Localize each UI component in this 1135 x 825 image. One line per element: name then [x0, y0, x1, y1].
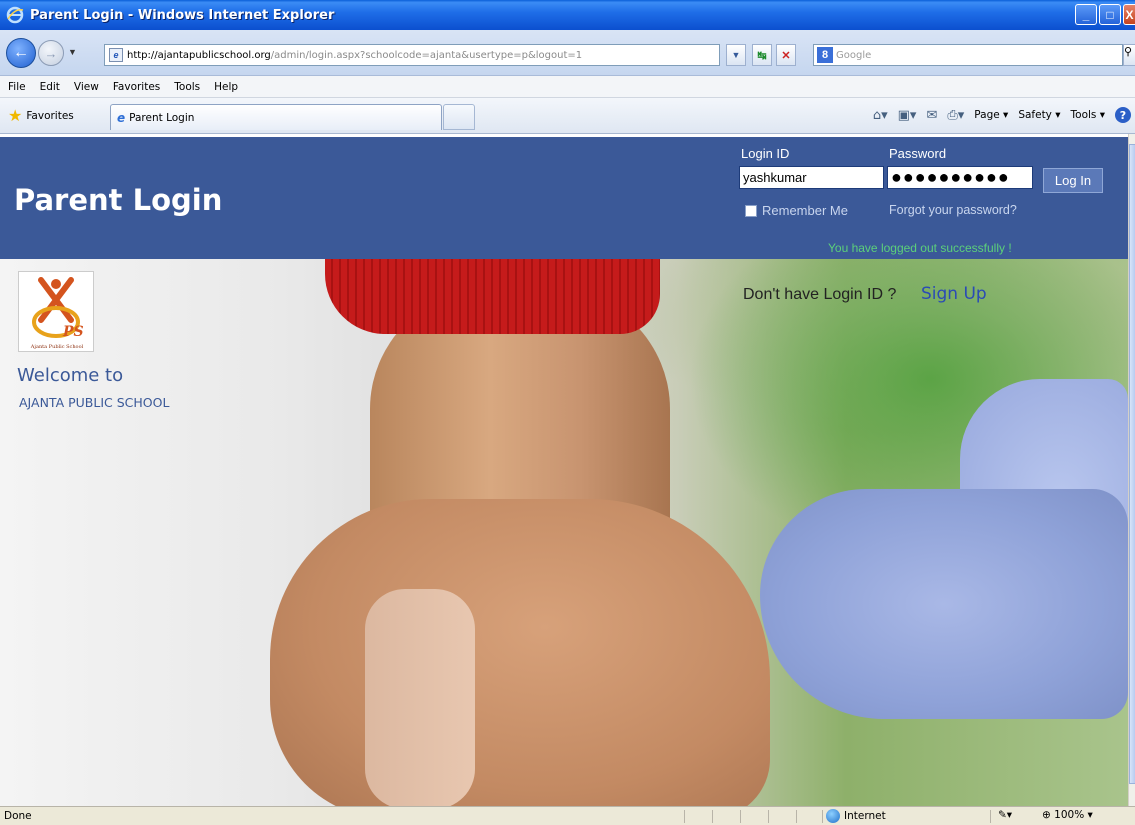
status-separator	[768, 810, 769, 823]
arrow-right-icon: →	[44, 45, 58, 61]
address-dropdown-button[interactable]: ▼	[726, 44, 746, 66]
window-controls: _ □ X	[1075, 4, 1135, 25]
hand-shape	[270, 499, 770, 806]
help-icon[interactable]: ?	[1115, 107, 1131, 123]
menu-bar: File Edit View Favorites Tools Help	[0, 76, 1135, 98]
login-id-label: Login ID	[741, 146, 790, 161]
status-separator	[822, 810, 823, 823]
title-bar: Parent Login - Windows Internet Explorer…	[0, 0, 1135, 30]
menu-edit[interactable]: Edit	[40, 81, 60, 93]
hero-image: PS Ajanta Public School Welcome to AJANT…	[0, 259, 1128, 806]
address-url[interactable]: http://ajantapublicschool.org/admin/logi…	[127, 50, 582, 61]
window-title: Parent Login - Windows Internet Explorer	[30, 7, 335, 23]
school-name: AJANTA PUBLIC SCHOOL	[19, 395, 170, 410]
minimize-button[interactable]: _	[1075, 4, 1097, 25]
zoom-icon: ⊕	[1042, 809, 1051, 821]
maximize-button[interactable]: □	[1099, 4, 1121, 25]
menu-favorites[interactable]: Favorites	[113, 81, 160, 93]
page-menu[interactable]: Page ▾	[974, 109, 1008, 121]
zone-label: Internet	[844, 810, 886, 822]
search-icon: ⚲	[1124, 46, 1133, 58]
remember-me-checkbox[interactable]: Remember Me	[745, 203, 848, 218]
home-icon[interactable]: ⌂▾	[873, 108, 888, 123]
print-icon[interactable]: ⎙▾	[947, 108, 964, 123]
school-logo-icon: PS Ajanta Public School	[30, 277, 84, 350]
red-sleeve-shape	[325, 259, 660, 334]
scrollbar-thumb[interactable]	[1129, 144, 1135, 784]
welcome-text: Welcome to	[17, 365, 124, 386]
address-toolbar: ← → ▼ e http://ajantapublicschool.org/ad…	[0, 30, 1135, 76]
feeds-icon[interactable]: ▣▾	[898, 108, 917, 123]
login-id-field[interactable]	[739, 166, 884, 189]
remember-me-label: Remember Me	[762, 203, 848, 218]
refresh-icon: ↹	[757, 49, 767, 62]
vertical-scrollbar[interactable]	[1128, 134, 1135, 806]
login-header: Parent Login Login ID Password Log In Re…	[0, 137, 1128, 259]
school-logo: PS Ajanta Public School	[18, 271, 94, 352]
status-separator	[796, 810, 797, 823]
menu-view[interactable]: View	[74, 81, 99, 93]
status-separator	[684, 810, 685, 823]
new-tab-button[interactable]	[443, 104, 475, 130]
command-bar: ⌂▾ ▣▾ ✉ ⎙▾ Page ▾ Safety ▾ Tools ▾ ?	[873, 107, 1131, 123]
checkbox-icon[interactable]	[745, 204, 757, 217]
tab-bar: ★ Favorites e Parent Login ⌂▾ ▣▾ ✉ ⎙▾ Pa…	[0, 98, 1135, 134]
forward-button[interactable]: →	[38, 40, 64, 66]
google-icon: 8	[817, 47, 833, 63]
tab-parent-login[interactable]: e Parent Login	[110, 104, 442, 130]
child-arm-shape	[760, 489, 1128, 719]
zoom-level: 100%	[1054, 809, 1085, 821]
menu-file[interactable]: File	[8, 81, 26, 93]
search-input[interactable]: 8 Google	[813, 44, 1123, 66]
password-field[interactable]	[887, 166, 1033, 189]
back-button[interactable]: ←	[6, 38, 36, 68]
page-favicon-icon: e	[109, 48, 123, 62]
security-zone[interactable]: Internet	[826, 809, 886, 823]
ie-logo-icon	[6, 6, 24, 24]
status-bar: Done Internet ✎▾ ⊕ 100% ▾	[0, 806, 1135, 825]
svg-text:PS: PS	[62, 324, 84, 340]
password-label: Password	[889, 146, 947, 161]
recent-pages-dropdown[interactable]: ▼	[68, 47, 77, 57]
status-text: Done	[4, 810, 32, 822]
ie-tab-icon: e	[117, 110, 126, 125]
status-separator	[740, 810, 741, 823]
logout-message: You have logged out successfully !	[828, 241, 1012, 255]
search-placeholder: Google	[836, 49, 872, 61]
favorites-button[interactable]: ★ Favorites	[8, 106, 74, 125]
signup-question: Don't have Login ID ?	[743, 286, 897, 303]
search-button[interactable]: ⚲	[1123, 44, 1135, 66]
fingers-shape	[365, 589, 475, 806]
refresh-button[interactable]: ↹	[752, 44, 772, 66]
forgot-password-link[interactable]: Forgot your password?	[889, 203, 1017, 217]
arrow-left-icon: ←	[13, 44, 29, 61]
page-content: Parent Login Login ID Password Log In Re…	[0, 134, 1128, 806]
menu-help[interactable]: Help	[214, 81, 238, 93]
status-separator	[990, 810, 991, 823]
zoom-control[interactable]: ⊕ 100% ▾	[1042, 809, 1093, 821]
stop-icon: ✕	[781, 49, 791, 62]
svg-text:Ajanta Public School: Ajanta Public School	[30, 344, 84, 350]
login-button[interactable]: Log In	[1043, 168, 1103, 193]
star-icon: ★	[8, 106, 23, 125]
protected-mode-icon[interactable]: ✎▾	[998, 809, 1012, 821]
menu-tools[interactable]: Tools	[174, 81, 200, 93]
signup-link[interactable]: Sign Up	[921, 284, 987, 304]
safety-menu[interactable]: Safety ▾	[1018, 109, 1060, 121]
mail-icon[interactable]: ✉	[926, 108, 937, 123]
close-button[interactable]: X	[1123, 4, 1135, 25]
tab-title: Parent Login	[129, 111, 195, 124]
stop-button[interactable]: ✕	[776, 44, 796, 66]
favorites-label: Favorites	[26, 109, 74, 122]
tools-menu[interactable]: Tools ▾	[1071, 109, 1105, 121]
page-title: Parent Login	[14, 183, 223, 217]
status-separator	[712, 810, 713, 823]
address-bar[interactable]: e http://ajantapublicschool.org/admin/lo…	[104, 44, 720, 66]
globe-icon	[826, 809, 840, 823]
